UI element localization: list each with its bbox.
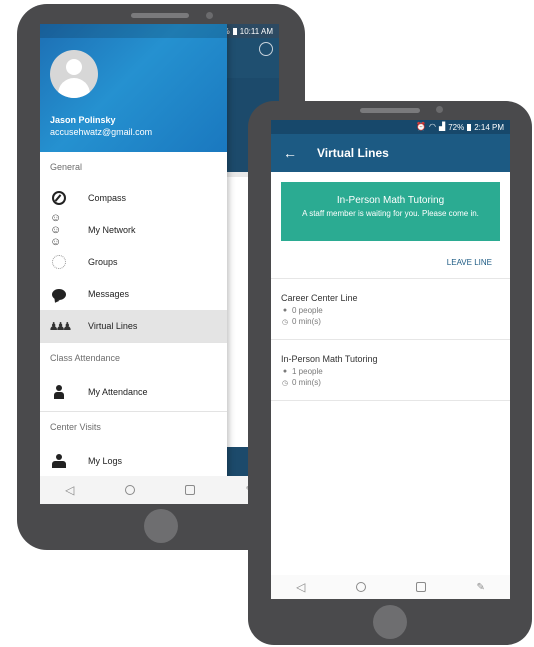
clock-icon: ◷ <box>281 318 289 326</box>
menu-label: Compass <box>88 193 127 203</box>
screen-left: rt ⏰ ◠ ▟ 87% 10:11 AM Jason Polinsky acc <box>40 24 279 504</box>
menu-item-messages[interactable]: Messages <box>40 278 227 310</box>
home-icon[interactable] <box>124 485 135 495</box>
edit-icon[interactable]: ✎ <box>476 582 484 593</box>
avatar[interactable] <box>50 50 98 98</box>
speaker <box>360 108 420 113</box>
menu-label: Messages <box>88 289 130 299</box>
status-time: 2:14 PM <box>474 122 504 132</box>
attendance-icon <box>54 385 64 399</box>
phone-right: ⏰ ◠ ▟ 72% 2:14 PM ← Virtual Lines In-Per… <box>248 101 532 645</box>
signal-icon: ▟ <box>439 122 446 131</box>
line-wait: 0 min(s) <box>292 317 321 326</box>
navigation-drawer: Jason Polinsky accusehwatz@gmail.com Gen… <box>40 24 227 504</box>
menu-label: My Attendance <box>88 387 148 397</box>
leave-line-button[interactable]: LEAVE LINE <box>271 258 510 278</box>
drawer-header: Jason Polinsky accusehwatz@gmail.com <box>40 24 227 152</box>
back-arrow-icon[interactable]: ← <box>283 145 297 161</box>
user-email: accusehwatz@gmail.com <box>50 127 153 137</box>
back-icon[interactable]: ◁ <box>65 484 74 496</box>
virtual-lines-icon: ♟♟♟ <box>48 320 73 333</box>
back-icon[interactable]: ◁ <box>296 581 305 593</box>
section-center-visits: Center Visits <box>50 422 101 432</box>
line-people: 1 people <box>292 367 323 376</box>
battery-percent: 72% <box>448 122 465 132</box>
status-time: 10:11 AM <box>239 26 273 36</box>
logs-icon <box>52 454 66 468</box>
wifi-icon: ◠ <box>429 122 437 131</box>
menu-item-groups[interactable]: Groups <box>40 246 227 278</box>
recents-icon[interactable] <box>416 582 427 592</box>
section-class-attendance: Class Attendance <box>50 353 121 363</box>
speaker <box>131 13 189 18</box>
home-icon[interactable] <box>355 582 366 592</box>
menu-label: Groups <box>88 257 118 267</box>
network-icon: ☺☺☺ <box>50 212 61 248</box>
battery-icon <box>232 27 237 35</box>
recents-icon[interactable] <box>185 485 196 495</box>
compass-icon <box>52 191 66 205</box>
user-name: Jason Polinsky <box>50 115 116 125</box>
notification-banner: In-Person Math Tutoring A staff member i… <box>281 182 500 241</box>
home-button[interactable] <box>144 509 178 543</box>
line-item[interactable]: In-Person Math Tutoring ● 1 people ◷ 0 m… <box>271 340 510 401</box>
page-title: Virtual Lines <box>317 146 389 160</box>
menu-label: My Network <box>88 225 136 235</box>
banner-message: A staff member is waiting for you. Pleas… <box>302 209 479 218</box>
menu-item-compass[interactable]: Compass <box>40 182 227 214</box>
menu-item-virtual-lines[interactable]: ♟♟♟ Virtual Lines <box>40 310 227 342</box>
person-icon: ● <box>282 307 288 314</box>
messages-icon <box>52 288 66 300</box>
android-nav-bar: ◁ ✎ <box>271 575 510 599</box>
menu-item-my-attendance[interactable]: My Attendance <box>40 373 227 411</box>
line-name: Career Center Line <box>281 293 358 303</box>
section-general: General <box>50 162 83 172</box>
banner-title: In-Person Math Tutoring <box>336 195 445 206</box>
status-bar: ⏰ ◠ ▟ 72% 2:14 PM <box>271 120 510 134</box>
user-icon <box>259 42 273 56</box>
menu-label: My Logs <box>88 456 123 466</box>
menu-item-my-logs[interactable]: My Logs <box>40 442 227 480</box>
battery-icon <box>467 123 472 131</box>
menu-item-my-network[interactable]: ☺☺☺ My Network <box>40 212 227 248</box>
clock-icon: ◷ <box>281 379 289 387</box>
groups-icon <box>52 255 66 269</box>
alarm-icon: ⏰ <box>416 122 427 131</box>
home-button[interactable] <box>373 605 407 639</box>
android-nav-bar: ◁ ✎ <box>40 476 279 504</box>
camera <box>206 12 213 19</box>
person-icon: ● <box>282 368 288 375</box>
line-people: 0 people <box>292 306 323 315</box>
menu-label: Virtual Lines <box>88 321 138 331</box>
screen-right: ⏰ ◠ ▟ 72% 2:14 PM ← Virtual Lines In-Per… <box>271 120 510 599</box>
line-name: In-Person Math Tutoring <box>281 354 378 364</box>
camera <box>436 106 443 113</box>
line-wait: 0 min(s) <box>292 378 321 387</box>
line-item[interactable]: Career Center Line ● 0 people ◷ 0 min(s) <box>271 279 510 340</box>
app-header: ← Virtual Lines <box>271 134 510 172</box>
